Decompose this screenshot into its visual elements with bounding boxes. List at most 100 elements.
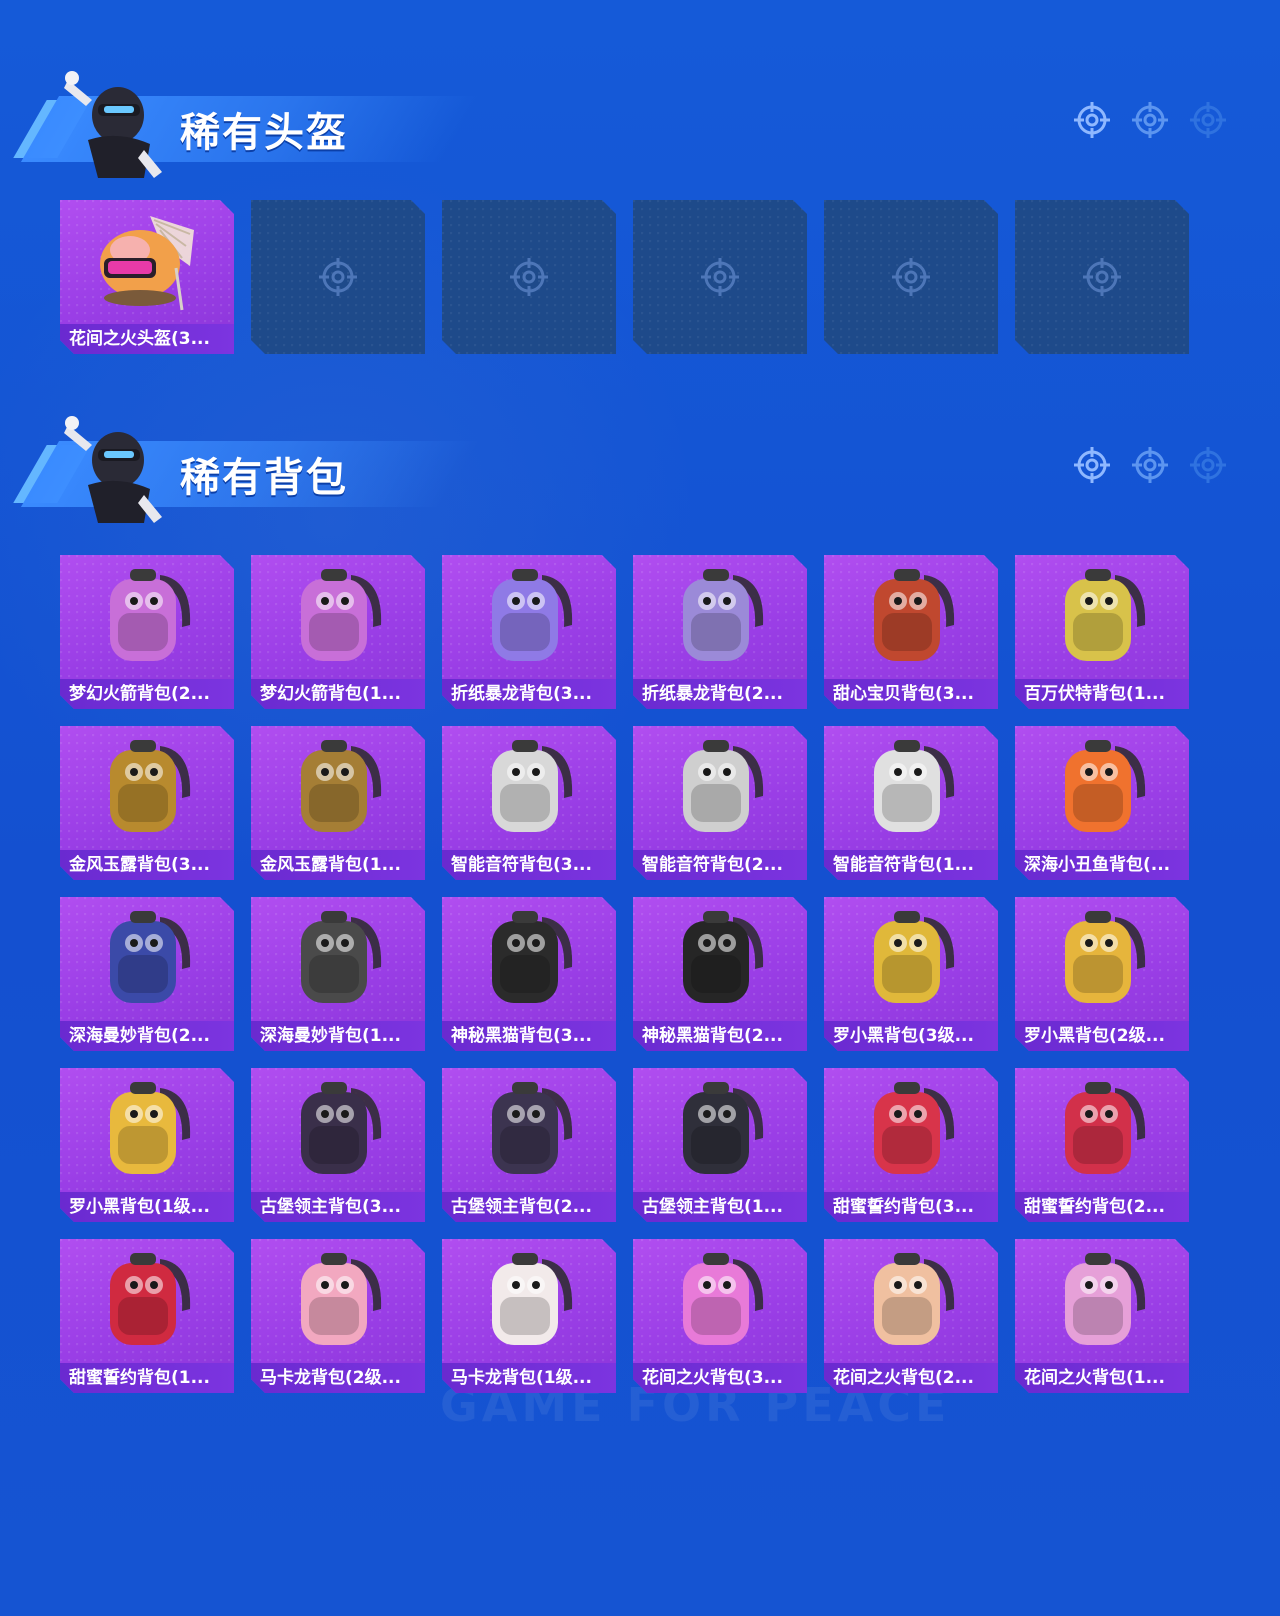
empty-item-slot[interactable] xyxy=(633,200,807,354)
item-label: 古堡领主背包(3... xyxy=(251,1192,425,1222)
item-card[interactable]: 甜蜜誓约背包(3... xyxy=(824,1068,998,1222)
item-label: 梦幻火箭背包(2... xyxy=(60,679,234,709)
backpack-icon xyxy=(874,1082,955,1174)
empty-slot-icon xyxy=(319,258,357,296)
item-card[interactable]: 百万伏特背包(1... xyxy=(1015,555,1189,709)
backpack-icon xyxy=(1065,1082,1146,1174)
item-card[interactable]: 金风玉露背包(1... xyxy=(251,726,425,880)
item-card[interactable]: 梦幻火箭背包(2... xyxy=(60,555,234,709)
backpack-icon xyxy=(301,911,382,1003)
backpack-icon xyxy=(683,740,764,832)
item-card[interactable]: 折纸暴龙背包(2... xyxy=(633,555,807,709)
item-card[interactable]: 甜蜜誓约背包(1... xyxy=(60,1239,234,1393)
item-card[interactable]: 甜蜜誓约背包(2... xyxy=(1015,1068,1189,1222)
item-label: 罗小黑背包(2级... xyxy=(1015,1021,1189,1051)
backpack-icon xyxy=(301,1082,382,1174)
item-card[interactable]: 深海曼妙背包(1... xyxy=(251,897,425,1051)
backpack-icon xyxy=(683,911,764,1003)
empty-item-slot[interactable] xyxy=(824,200,998,354)
item-label: 古堡领主背包(2... xyxy=(442,1192,616,1222)
backpack-icon xyxy=(110,1082,191,1174)
item-card[interactable]: 古堡领主背包(2... xyxy=(442,1068,616,1222)
item-card[interactable]: 罗小黑背包(3级... xyxy=(824,897,998,1051)
item-label: 智能音符背包(1... xyxy=(824,850,998,880)
item-label: 花间之火背包(3... xyxy=(633,1363,807,1393)
item-card[interactable]: 智能音符背包(1... xyxy=(824,726,998,880)
item-label: 金风玉露背包(1... xyxy=(251,850,425,880)
backpack-icon xyxy=(301,1253,382,1345)
item-card[interactable]: 深海小丑鱼背包(... xyxy=(1015,726,1189,880)
item-label: 深海曼妙背包(2... xyxy=(60,1021,234,1051)
item-card[interactable]: 花间之火背包(3... xyxy=(633,1239,807,1393)
empty-slot-icon xyxy=(701,258,739,296)
item-card[interactable]: 花间之火背包(2... xyxy=(824,1239,998,1393)
item-card[interactable]: 神秘黑猫背包(2... xyxy=(633,897,807,1051)
crosshair-icon xyxy=(1072,100,1112,140)
backpack-icon xyxy=(301,740,382,832)
section-header: 稀有背包 xyxy=(13,405,490,535)
backpack-icon xyxy=(874,740,955,832)
item-card[interactable]: 智能音符背包(3... xyxy=(442,726,616,880)
backpack-icon xyxy=(492,569,573,661)
section-title: 稀有头盔 xyxy=(180,110,348,156)
backpack-icon xyxy=(110,740,191,832)
item-card[interactable]: 智能音符背包(2... xyxy=(633,726,807,880)
item-label: 折纸暴龙背包(2... xyxy=(633,679,807,709)
helmet-icon xyxy=(100,216,194,311)
empty-item-slot[interactable] xyxy=(1015,200,1189,354)
item-card[interactable]: 马卡龙背包(2级... xyxy=(251,1239,425,1393)
backpack-icon xyxy=(301,569,382,661)
crosshair-icon xyxy=(1130,445,1170,485)
item-card[interactable]: 古堡领主背包(3... xyxy=(251,1068,425,1222)
item-label: 深海小丑鱼背包(... xyxy=(1015,850,1189,880)
backpack-icon xyxy=(110,569,191,661)
item-label: 甜蜜誓约背包(3... xyxy=(824,1192,998,1222)
item-label: 甜心宝贝背包(3... xyxy=(824,679,998,709)
backpack-icon xyxy=(1065,740,1146,832)
item-grid: 梦幻火箭背包(2... 梦幻火箭背包(1... 折纸暴龙背包(3... 折纸暴龙背包(… xyxy=(60,555,1189,1393)
item-card[interactable]: 马卡龙背包(1级... xyxy=(442,1239,616,1393)
backpack-icon xyxy=(874,1253,955,1345)
empty-item-slot[interactable] xyxy=(251,200,425,354)
item-label: 古堡领主背包(1... xyxy=(633,1192,807,1222)
empty-slot-icon xyxy=(510,258,548,296)
item-card[interactable]: 花间之火头盔(3... xyxy=(60,200,234,354)
character-mascot-icon xyxy=(64,416,162,523)
backpack-icon xyxy=(492,1082,573,1174)
item-label: 神秘黑猫背包(2... xyxy=(633,1021,807,1051)
section-header: 稀有头盔 xyxy=(13,60,490,190)
backpack-icon xyxy=(1065,911,1146,1003)
backpack-icon xyxy=(1065,1253,1146,1345)
item-card[interactable]: 花间之火背包(1... xyxy=(1015,1239,1189,1393)
item-card[interactable]: 罗小黑背包(1级... xyxy=(60,1068,234,1222)
item-label: 罗小黑背包(3级... xyxy=(824,1021,998,1051)
crosshair-decoration xyxy=(1072,445,1228,485)
item-label: 花间之火背包(1... xyxy=(1015,1363,1189,1393)
item-card[interactable]: 古堡领主背包(1... xyxy=(633,1068,807,1222)
item-card[interactable]: 金风玉露背包(3... xyxy=(60,726,234,880)
item-label: 花间之火背包(2... xyxy=(824,1363,998,1393)
backpack-icon xyxy=(110,911,191,1003)
item-card[interactable]: 罗小黑背包(2级... xyxy=(1015,897,1189,1051)
section-title: 稀有背包 xyxy=(180,455,348,501)
item-card[interactable]: 神秘黑猫背包(3... xyxy=(442,897,616,1051)
character-mascot-icon xyxy=(64,71,162,178)
crosshair-icon xyxy=(1072,445,1112,485)
backpack-icon xyxy=(683,1082,764,1174)
item-label: 梦幻火箭背包(1... xyxy=(251,679,425,709)
item-label: 甜蜜誓约背包(2... xyxy=(1015,1192,1189,1222)
item-card[interactable]: 梦幻火箭背包(1... xyxy=(251,555,425,709)
empty-item-slot[interactable] xyxy=(442,200,616,354)
empty-slot-icon xyxy=(1083,258,1121,296)
crosshair-icon xyxy=(1188,445,1228,485)
item-label: 神秘黑猫背包(3... xyxy=(442,1021,616,1051)
backpack-icon xyxy=(683,569,764,661)
backpack-icon xyxy=(492,740,573,832)
item-card[interactable]: 折纸暴龙背包(3... xyxy=(442,555,616,709)
item-label: 百万伏特背包(1... xyxy=(1015,679,1189,709)
item-card[interactable]: 深海曼妙背包(2... xyxy=(60,897,234,1051)
backpack-icon xyxy=(110,1253,191,1345)
item-label: 智能音符背包(3... xyxy=(442,850,616,880)
item-label: 花间之火头盔(3... xyxy=(60,324,234,354)
item-card[interactable]: 甜心宝贝背包(3... xyxy=(824,555,998,709)
